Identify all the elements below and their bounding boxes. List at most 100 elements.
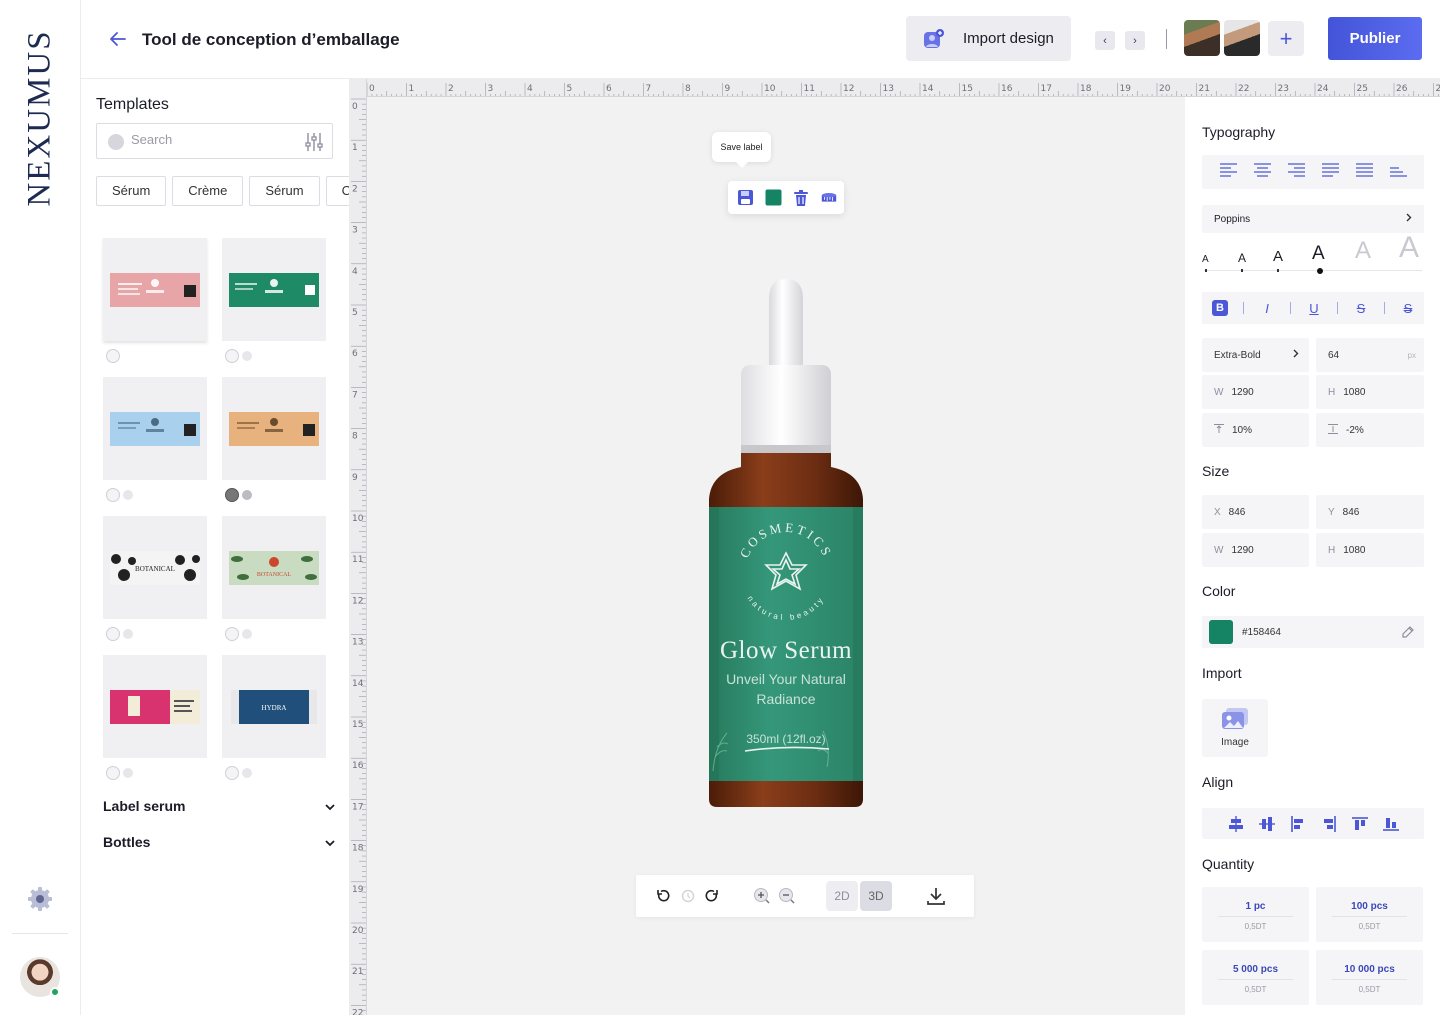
ruler-measure-icon[interactable]	[820, 189, 838, 207]
search-input[interactable]	[131, 132, 291, 147]
typo-height-field[interactable]: H 1080	[1316, 375, 1424, 409]
size-step-xl[interactable]: A	[1355, 237, 1371, 265]
ruler-label: 5	[567, 84, 573, 94]
view-3d-button[interactable]: 3D	[860, 881, 892, 911]
quantity-option[interactable]: 10 000 pcs 0,5DT	[1316, 950, 1423, 1005]
ruler-label: 15	[962, 84, 973, 94]
template-variant-dots[interactable]	[106, 627, 133, 641]
size-step-m[interactable]: A	[1273, 248, 1283, 265]
publish-button[interactable]: Publier	[1328, 17, 1422, 60]
align-justify-icon[interactable]	[1321, 162, 1339, 182]
align-right-edge-icon[interactable]	[1320, 815, 1338, 833]
font-family-select[interactable]: Poppins	[1202, 205, 1424, 233]
align-left-edge-icon[interactable]	[1289, 815, 1307, 833]
size-width-field[interactable]: W 1290	[1202, 533, 1309, 567]
color-field[interactable]: #158464	[1202, 616, 1424, 648]
quantity-option[interactable]: 100 pcs 0,5DT	[1316, 887, 1423, 942]
add-collaborator-button[interactable]: +	[1268, 21, 1304, 56]
template-variant-dots[interactable]	[106, 349, 120, 363]
template-variant-dots[interactable]	[225, 627, 252, 641]
template-card[interactable]	[103, 238, 207, 341]
collaborator-avatar[interactable]	[1184, 20, 1220, 56]
template-variant-dots[interactable]	[106, 766, 133, 780]
history-icon[interactable]	[678, 886, 698, 906]
eyedropper-icon[interactable]	[1401, 625, 1415, 642]
accordion-bottles[interactable]: Bottles	[103, 832, 335, 852]
template-variant-dots[interactable]	[225, 488, 252, 502]
font-weight-select[interactable]: Extra-Bold	[1202, 338, 1309, 372]
size-height-field[interactable]: H 1080	[1316, 533, 1424, 567]
trash-icon[interactable]	[792, 189, 810, 207]
chip-creme[interactable]: Crème	[172, 176, 244, 206]
prev-button[interactable]: ‹	[1095, 31, 1115, 50]
import-image-button[interactable]: Image	[1202, 699, 1268, 757]
align-right-icon[interactable]	[1287, 162, 1305, 182]
import-design-button[interactable]: Import design	[906, 16, 1071, 61]
align-center-horizontal-icon[interactable]	[1258, 815, 1276, 833]
size-step-xs[interactable]: A	[1202, 254, 1209, 265]
zoom-in-icon[interactable]	[752, 886, 772, 906]
ruler-label: 3	[352, 226, 358, 236]
font-size-handle[interactable]	[1317, 268, 1323, 274]
redo-icon[interactable]	[702, 886, 722, 906]
ruler-label: 0	[369, 84, 375, 94]
filter-sliders-icon[interactable]	[305, 132, 323, 152]
quantity-option[interactable]: 1 pc 0,5DT	[1202, 887, 1309, 942]
settings-gear-icon[interactable]	[25, 884, 55, 914]
template-card[interactable]: BOTANICAL	[222, 516, 326, 619]
template-card[interactable]	[222, 238, 326, 341]
template-card[interactable]	[103, 377, 207, 480]
color-swatch[interactable]	[1209, 620, 1233, 644]
chip-serum[interactable]: Sérum	[96, 176, 167, 206]
letter-spacing-field[interactable]: -2%	[1316, 413, 1424, 447]
view-2d-button[interactable]: 2D	[826, 881, 858, 911]
template-variant-dots[interactable]	[225, 349, 252, 363]
save-icon[interactable]	[736, 189, 754, 207]
typo-width-field[interactable]: W 1290	[1202, 375, 1309, 409]
size-step-s[interactable]: A	[1238, 251, 1246, 265]
back-arrow-icon[interactable]	[108, 29, 128, 49]
bold-button[interactable]: B	[1212, 300, 1228, 316]
bottle-mockup[interactable]: COSMETICS natural beauty Glow Serum Unve…	[705, 277, 867, 809]
size-step-xxl[interactable]: A	[1399, 231, 1419, 265]
zoom-out-icon[interactable]	[777, 886, 797, 906]
underline-button[interactable]: U	[1306, 300, 1322, 316]
font-size-field[interactable]: 64 px	[1316, 338, 1424, 372]
search-box[interactable]	[96, 123, 333, 159]
align-center-icon[interactable]	[1253, 162, 1271, 182]
design-canvas[interactable]: Save label COSMETICS natural beauty Glow…	[367, 97, 1185, 1015]
template-card[interactable]	[222, 377, 326, 480]
size-step-l[interactable]: A	[1312, 243, 1325, 265]
align-bottom-text-icon[interactable]	[1389, 163, 1407, 182]
download-icon[interactable]	[926, 886, 946, 906]
template-card[interactable]	[103, 655, 207, 758]
size-y-field[interactable]: Y 846	[1316, 495, 1424, 529]
label-title[interactable]: Glow Serum	[705, 637, 867, 665]
chip-creme[interactable]: Crème	[325, 176, 349, 206]
font-size-slider[interactable]: A A A A A A	[1202, 231, 1424, 277]
label-volume[interactable]: 350ml (12fl.oz)	[705, 732, 867, 746]
quantity-option[interactable]: 5 000 pcs 0,5DT	[1202, 950, 1309, 1005]
template-variant-dots[interactable]	[225, 766, 252, 780]
color-fill-icon[interactable]	[764, 189, 782, 207]
double-strike-button[interactable]: S	[1400, 300, 1416, 316]
next-button[interactable]: ›	[1125, 31, 1145, 50]
align-bottom-edge-icon[interactable]	[1382, 815, 1400, 833]
label-subtitle[interactable]: Unveil Your Natural Radiance	[705, 669, 867, 709]
template-card[interactable]: BOTANICAL	[103, 516, 207, 619]
accordion-label-serum[interactable]: Label serum	[103, 796, 335, 816]
align-left-icon[interactable]	[1219, 162, 1237, 182]
line-height-field[interactable]: 10%	[1202, 413, 1309, 447]
template-card[interactable]: HYDRA	[222, 655, 326, 758]
align-center-vertical-icon[interactable]	[1227, 815, 1245, 833]
align-top-edge-icon[interactable]	[1351, 815, 1369, 833]
size-x-field[interactable]: X 846	[1202, 495, 1309, 529]
chip-serum[interactable]: Sérum	[249, 176, 320, 206]
collaborator-avatar[interactable]	[1224, 20, 1260, 56]
label-subtitle-line: Radiance	[756, 691, 816, 707]
template-variant-dots[interactable]	[106, 488, 133, 502]
align-justify-all-icon[interactable]	[1355, 162, 1373, 182]
italic-button[interactable]: I	[1259, 300, 1275, 316]
undo-icon[interactable]	[653, 886, 673, 906]
strikethrough-button[interactable]: S	[1353, 300, 1369, 316]
